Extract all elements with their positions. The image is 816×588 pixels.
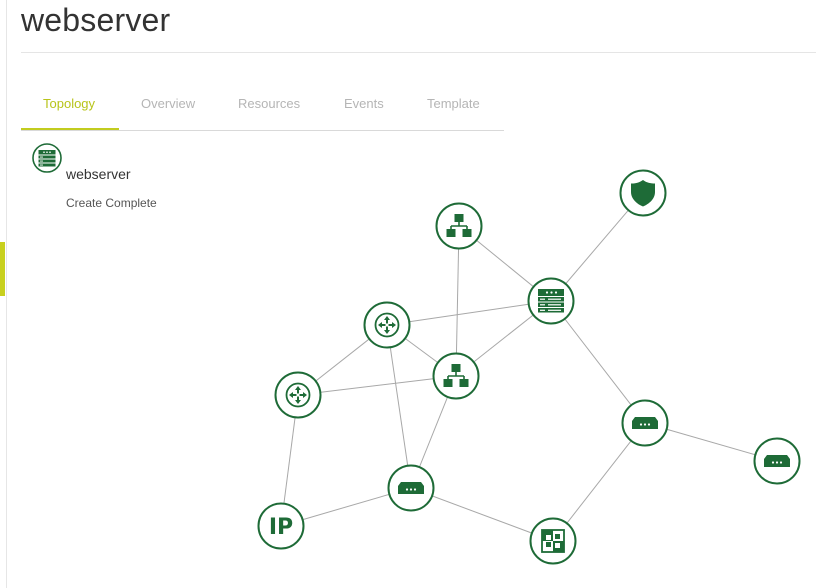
server-icon xyxy=(32,143,62,173)
port-node-1[interactable] xyxy=(621,399,669,447)
tab-overview[interactable]: Overview xyxy=(141,96,195,111)
title-divider xyxy=(21,52,816,53)
port-node-2[interactable] xyxy=(753,437,801,485)
router-node-1[interactable] xyxy=(363,301,411,349)
port-icon xyxy=(764,455,790,467)
page-title: webserver xyxy=(21,2,171,38)
active-tab-underline xyxy=(21,128,119,130)
subnet-node[interactable] xyxy=(529,517,577,565)
security-group-node[interactable] xyxy=(619,169,667,217)
server-icon xyxy=(538,289,564,313)
sidebar-active-indicator xyxy=(0,242,5,296)
topology-edges xyxy=(280,192,778,542)
router-node-2[interactable] xyxy=(274,371,322,419)
tab-template[interactable]: Template xyxy=(427,96,480,111)
edge-router-1-port-3 xyxy=(386,324,412,489)
stack-name: webserver xyxy=(66,166,131,182)
edge-router-1-server xyxy=(386,300,552,326)
ip-icon: IP xyxy=(269,515,293,540)
port-node-3[interactable] xyxy=(387,464,435,512)
tab-events[interactable]: Events xyxy=(344,96,384,111)
network-node-1[interactable] xyxy=(435,202,483,250)
floating-ip-node[interactable]: IP xyxy=(257,502,305,550)
tab-resources[interactable]: Resources xyxy=(238,96,300,111)
port-icon xyxy=(632,417,658,429)
tab-topology[interactable]: Topology xyxy=(43,96,95,111)
server-node[interactable] xyxy=(527,277,575,325)
tab-bar: Topology Overview Resources Events Templ… xyxy=(21,80,504,131)
stack-status: Create Complete xyxy=(66,196,157,210)
port-icon xyxy=(398,482,424,494)
network-node-2[interactable] xyxy=(432,352,480,400)
edge-router-2-network-2 xyxy=(297,375,457,396)
